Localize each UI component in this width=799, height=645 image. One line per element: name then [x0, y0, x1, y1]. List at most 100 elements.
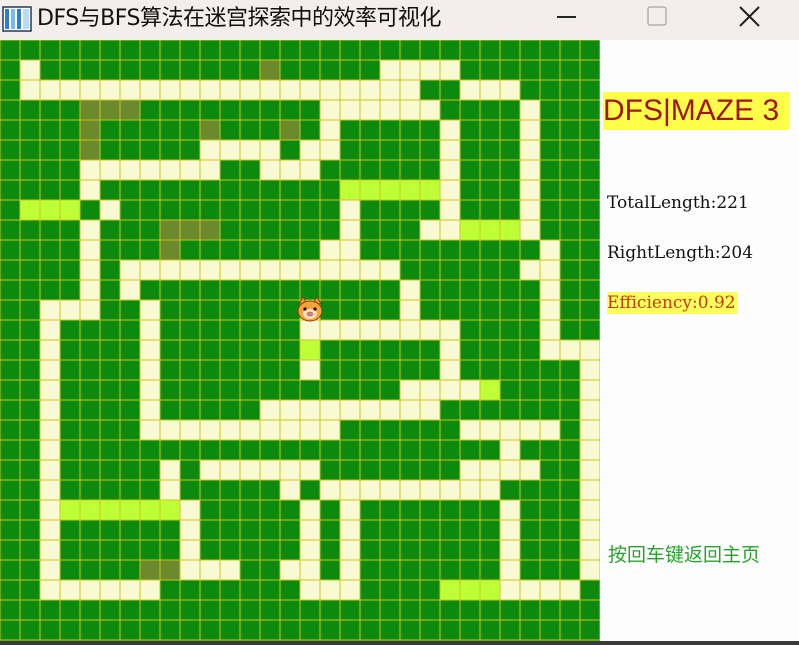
maze-path-cell: [439, 359, 461, 381]
maze-wall-cell: [379, 199, 401, 221]
maze-path-cell: [379, 59, 401, 81]
maze-wall-cell: [479, 359, 501, 381]
maze-path-cell: [379, 399, 401, 421]
maze-wall-cell: [119, 519, 141, 541]
maze-wall-cell: [179, 479, 201, 501]
maze-wall-cell: [279, 319, 301, 341]
maze-wall-cell: [439, 459, 461, 481]
maze-wall-cell: [539, 439, 561, 461]
maze-path-cell: [419, 319, 441, 341]
maze-wall-cell: [299, 40, 321, 61]
maze-wall-cell: [539, 159, 561, 181]
maze-wall-cell: [219, 159, 241, 181]
maze-wall-cell: [259, 439, 281, 461]
minimize-icon[interactable]: [536, 0, 596, 40]
maze-path-cell: [459, 419, 481, 441]
maze-wall-cell: [79, 559, 101, 581]
maze-marker-cell: [279, 119, 301, 141]
maze-path-cell: [179, 79, 201, 101]
maze-wall-cell: [99, 119, 121, 141]
maze-wall-cell: [579, 579, 600, 601]
maze-wall-cell: [159, 279, 181, 301]
maze-wall-cell: [0, 499, 21, 521]
maze-path-cell: [459, 79, 481, 101]
maze-path-cell: [439, 179, 461, 201]
maze-wall-cell: [239, 40, 261, 61]
maze-path-cell: [339, 539, 361, 561]
maze-wall-cell: [439, 399, 461, 421]
maze-path-cell: [439, 379, 461, 401]
maze-wall-cell: [159, 399, 181, 421]
maze-wall-cell: [39, 119, 61, 141]
maze-path-cell: [579, 419, 600, 441]
maze-wall-cell: [59, 239, 81, 261]
window-bottom-edge: [0, 641, 799, 645]
close-icon[interactable]: [718, 0, 778, 40]
maze-wall-cell: [479, 199, 501, 221]
maze-wall-cell: [79, 479, 101, 501]
maze-wall-cell: [479, 519, 501, 541]
maze-wall-cell: [279, 439, 301, 461]
maze-wall-cell: [79, 59, 101, 81]
maze-wall-cell: [319, 199, 341, 221]
maze-wall-cell: [459, 319, 481, 341]
maze-wall-cell: [119, 599, 141, 621]
maze-wall-cell: [579, 619, 600, 641]
maze-wall-cell: [239, 199, 261, 221]
maze-wall-cell: [199, 239, 221, 261]
maze-wall-cell: [379, 599, 401, 621]
maze-wall-cell: [219, 40, 241, 61]
maze-wall-cell: [339, 159, 361, 181]
maze-path-cell: [419, 379, 441, 401]
maze-wall-cell: [0, 239, 21, 261]
maze-wall-cell: [19, 599, 41, 621]
maze-marker-cell: [139, 559, 161, 581]
maze-path-cell: [79, 279, 101, 301]
maze-path-cell: [39, 379, 61, 401]
maze-path-cell: [419, 479, 441, 501]
maze-marker-cell: [199, 119, 221, 141]
maze-wall-cell: [99, 619, 121, 641]
maze-wall-cell: [579, 59, 600, 81]
maze-wall-cell: [559, 319, 581, 341]
maze-wall-cell: [179, 399, 201, 421]
maze-wall-cell: [159, 339, 181, 361]
maze-wall-cell: [539, 199, 561, 221]
maze-wall-cell: [119, 119, 141, 141]
maze-wall-cell: [19, 359, 41, 381]
maze-wall-cell: [19, 519, 41, 541]
maze-wall-cell: [179, 179, 201, 201]
maze-wall-cell: [199, 619, 221, 641]
maze-path-cell: [319, 79, 341, 101]
maze-wall-cell: [319, 179, 341, 201]
maze-wall-cell: [239, 59, 261, 81]
maze-path-cell: [219, 459, 241, 481]
maze-wall-cell: [39, 259, 61, 281]
maze-wall-cell: [499, 239, 521, 261]
maze-wall-cell: [279, 539, 301, 561]
maze-wall-cell: [0, 119, 21, 141]
maze-path-cell: [19, 79, 41, 101]
maze-path-cell: [359, 399, 381, 421]
maze-wall-cell: [139, 119, 161, 141]
maze-wall-cell: [499, 399, 521, 421]
maze-wall-cell: [19, 539, 41, 561]
maze-wall-cell: [179, 579, 201, 601]
maze-wall-cell: [399, 599, 421, 621]
maze-wall-cell: [279, 239, 301, 261]
maximize-icon[interactable]: [627, 0, 687, 40]
maze-wall-cell: [559, 79, 581, 101]
maze-visited-cell: [479, 219, 501, 241]
maze-path-cell: [539, 339, 561, 361]
maze-wall-cell: [539, 519, 561, 541]
maze-wall-cell: [0, 79, 21, 101]
maze-path-cell: [299, 579, 321, 601]
maze-wall-cell: [299, 59, 321, 81]
maze-wall-cell: [559, 99, 581, 121]
maze-wall-cell: [219, 119, 241, 141]
maze-wall-cell: [539, 379, 561, 401]
maze-path-cell: [379, 319, 401, 341]
maze-path-cell: [339, 559, 361, 581]
maze-wall-cell: [279, 379, 301, 401]
maze-wall-cell: [439, 299, 461, 321]
